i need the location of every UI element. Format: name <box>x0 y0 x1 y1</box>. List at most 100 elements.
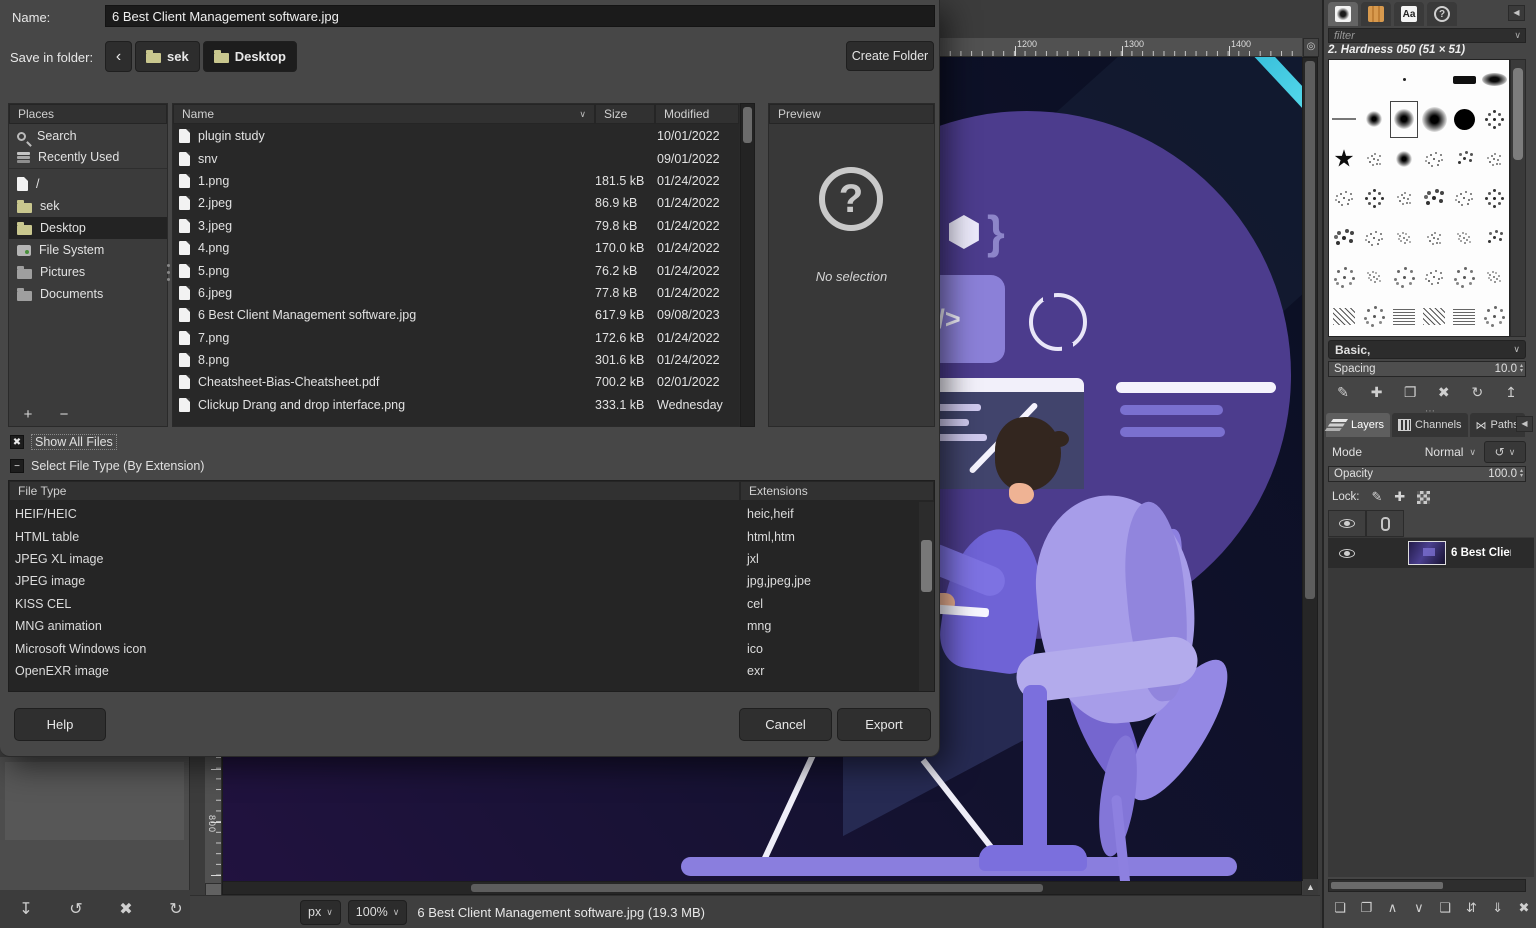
new-layer-button[interactable]: ❏ <box>1328 895 1352 921</box>
brush-swatch[interactable] <box>1479 60 1509 100</box>
brush-swatch[interactable] <box>1479 297 1509 337</box>
brush-swatch[interactable] <box>1419 297 1449 337</box>
create-folder-button[interactable]: Create Folder <box>846 41 934 71</box>
brush-swatch[interactable] <box>1479 218 1509 258</box>
save-tool-preset-button[interactable]: ↧ <box>12 896 40 922</box>
table-row[interactable]: Microsoft Windows icon ico <box>9 637 917 659</box>
table-row[interactable]: 8.png 301.6 kB 01/24/2022 <box>173 349 739 371</box>
scrollbar-thumb[interactable] <box>1331 882 1443 889</box>
brush-swatch[interactable] <box>1449 60 1479 100</box>
table-row[interactable]: snv 09/01/2022 <box>173 147 739 169</box>
brush-swatch[interactable] <box>1329 218 1359 258</box>
help-button[interactable]: Help <box>14 708 106 741</box>
merge-layer-button[interactable]: ⇵ <box>1459 895 1483 921</box>
delete-brush-button[interactable]: ✖ <box>1429 380 1459 405</box>
brush-swatch[interactable] <box>1359 218 1389 258</box>
mode-reset-button[interactable]: ↺ ∨ <box>1484 441 1526 463</box>
file-list-scrollbar[interactable] <box>740 103 755 427</box>
visibility-column-header[interactable] <box>1328 510 1366 537</box>
brush-swatch[interactable] <box>1449 100 1479 140</box>
scrollbar-thumb[interactable] <box>1305 61 1315 599</box>
places-item[interactable]: Desktop <box>9 217 167 239</box>
brush-grid-scrollbar[interactable] <box>1510 59 1526 337</box>
link-column-header[interactable] <box>1366 510 1404 537</box>
column-header-name[interactable]: Name ∨ <box>173 104 595 124</box>
table-row[interactable]: KISS CEL cel <box>9 593 917 615</box>
table-row[interactable]: plugin study 10/01/2022 <box>173 125 739 147</box>
refresh-brushes-button[interactable]: ↻ <box>1462 380 1492 405</box>
brush-group-select[interactable]: Basic, ∨ <box>1328 340 1526 359</box>
table-row[interactable]: JPEG XL image jxl <box>9 548 917 570</box>
tab-patterns[interactable] <box>1361 2 1391 26</box>
table-row[interactable]: 2.jpeg 86.9 kB 01/24/2022 <box>173 192 739 214</box>
edit-brush-button[interactable]: ✎ <box>1328 380 1358 405</box>
canvas-horizontal-scrollbar[interactable] <box>222 881 1302 895</box>
table-row[interactable]: HTML table html,htm <box>9 525 917 547</box>
table-row[interactable]: 4.png 170.0 kB 01/24/2022 <box>173 237 739 259</box>
delete-layer-button[interactable]: ✖ <box>1512 895 1536 921</box>
breadcrumb-back-button[interactable]: ‹ <box>105 41 132 72</box>
brush-swatch[interactable] <box>1389 258 1419 298</box>
brush-swatch[interactable] <box>1479 179 1509 219</box>
spinner-icon[interactable]: ▴▾ <box>1520 469 1523 479</box>
places-item[interactable]: Recently Used <box>9 147 167 169</box>
brush-swatch[interactable] <box>1389 179 1419 219</box>
tab-menu-icon[interactable]: ◀ <box>1508 5 1525 21</box>
zoom-indicator-icon[interactable]: ◎ <box>1303 38 1319 57</box>
brush-swatch[interactable] <box>1419 218 1449 258</box>
scrollbar-thumb[interactable] <box>743 107 752 143</box>
file-type-expander[interactable]: − Select File Type (By Extension) <box>10 459 204 473</box>
spacing-slider[interactable]: Spacing 10.0 ▴▾ <box>1328 361 1526 377</box>
table-row[interactable]: JPEG image jpg,jpeg,jpe <box>9 570 917 592</box>
brush-swatch[interactable] <box>1419 100 1449 140</box>
brush-swatch[interactable] <box>1359 100 1389 140</box>
brush-swatch[interactable] <box>1479 100 1509 140</box>
lock-pixels-button[interactable]: ✎ <box>1372 489 1383 505</box>
table-row[interactable]: Cheatsheet-Bias-Cheatsheet.pdf 700.2 kB … <box>173 371 739 393</box>
canvas-vertical-scrollbar[interactable] <box>1302 57 1318 881</box>
scrollbar-thumb[interactable] <box>1513 68 1523 160</box>
reset-tool-options-button[interactable]: ↻ <box>162 896 190 922</box>
brush-swatch[interactable] <box>1449 139 1479 179</box>
anchor-layer-button[interactable]: ⇓ <box>1486 895 1510 921</box>
add-bookmark-button[interactable]: + <box>17 404 39 424</box>
places-item[interactable]: Documents <box>9 283 167 305</box>
brush-filter-input[interactable]: filter ∨ <box>1328 28 1526 43</box>
column-header-modified[interactable]: Modified <box>655 104 739 124</box>
brush-swatch[interactable] <box>1389 297 1419 337</box>
brush-swatch[interactable] <box>1419 60 1449 100</box>
tab-menu-icon[interactable]: ◀ <box>1516 416 1533 432</box>
layer-thumbnail[interactable] <box>1408 541 1446 565</box>
brush-swatch[interactable] <box>1419 139 1449 179</box>
brush-swatch[interactable] <box>1359 139 1389 179</box>
table-row[interactable]: HEIF/HEIC heic,heif <box>9 503 917 525</box>
brush-swatch[interactable] <box>1419 179 1449 219</box>
raise-layer-button[interactable]: ∧ <box>1381 895 1405 921</box>
brush-swatch[interactable] <box>1449 218 1479 258</box>
new-brush-button[interactable]: ✚ <box>1362 380 1392 405</box>
layer-visibility-toggle[interactable] <box>1328 549 1366 558</box>
table-row[interactable]: 1.png 181.5 kB 01/24/2022 <box>173 170 739 192</box>
remove-bookmark-button[interactable]: − <box>53 404 75 424</box>
places-item[interactable]: Pictures <box>9 261 167 283</box>
scrollbar-thumb[interactable] <box>921 540 932 592</box>
duplicate-layer-button[interactable]: ❑ <box>1433 895 1457 921</box>
brush-swatch[interactable] <box>1329 258 1359 298</box>
export-button[interactable]: Export <box>837 708 931 741</box>
mode-dropdown[interactable]: Normal <box>1425 445 1464 459</box>
lower-layer-button[interactable]: ∨ <box>1407 895 1431 921</box>
brush-swatch[interactable] <box>1359 297 1389 337</box>
places-item[interactable]: / <box>9 173 167 195</box>
new-layer-group-button[interactable]: ❐ <box>1354 895 1378 921</box>
tab-help[interactable]: ? <box>1427 2 1457 26</box>
layer-row[interactable]: 6 Best Client Ma <box>1328 538 1534 568</box>
places-item[interactable]: sek <box>9 195 167 217</box>
table-row[interactable]: 7.png 172.6 kB 01/24/2022 <box>173 327 739 349</box>
table-row[interactable]: Clickup Drang and drop interface.png 333… <box>173 394 739 416</box>
layers-horizontal-scrollbar[interactable] <box>1328 879 1526 892</box>
brush-swatch[interactable] <box>1329 100 1359 140</box>
tab-fonts[interactable]: Aa <box>1394 2 1424 26</box>
cancel-button[interactable]: Cancel <box>739 708 832 741</box>
table-row[interactable]: OpenEXR image exr <box>9 660 917 682</box>
show-all-files-label[interactable]: Show All Files <box>31 434 117 450</box>
